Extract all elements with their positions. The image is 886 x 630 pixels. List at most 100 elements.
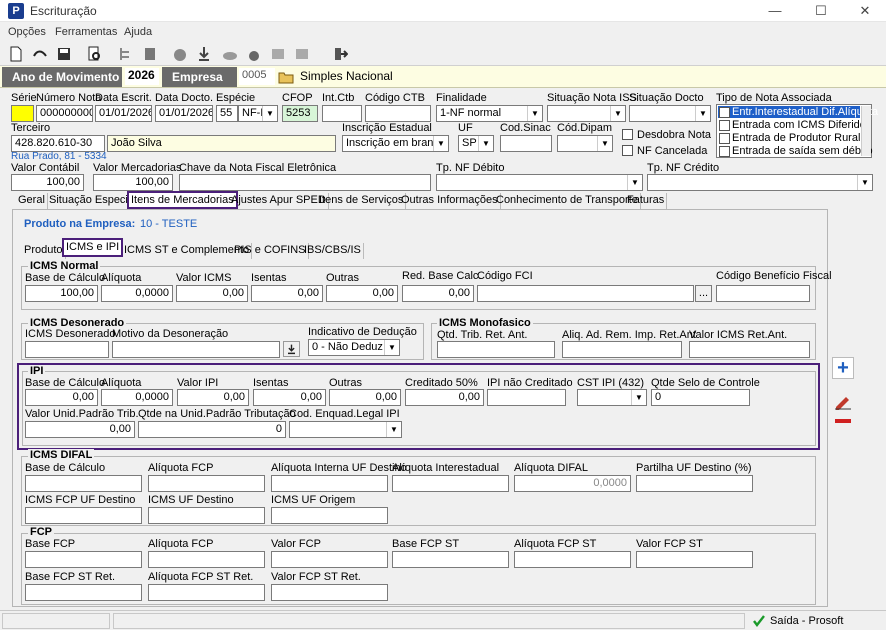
difal-aliqint-field[interactable] bbox=[271, 475, 388, 492]
ipi-outras-field[interactable]: 0,00 bbox=[329, 389, 401, 406]
tab-outras-informacoes[interactable]: Outras Informações bbox=[399, 193, 501, 209]
subtab-produto[interactable]: Produto bbox=[22, 243, 66, 259]
save-icon[interactable] bbox=[56, 46, 72, 62]
icms-red-field[interactable]: 0,00 bbox=[402, 285, 474, 302]
ipi-cred50-field[interactable]: 0,00 bbox=[405, 389, 484, 406]
tiponota-item-0[interactable]: Entr.Interestadual Dif.Alíquota bbox=[732, 106, 878, 118]
maximize-button[interactable]: ☐ bbox=[806, 2, 836, 20]
subtab-ibs-cbs-is[interactable]: IBS/CBS/IS bbox=[302, 243, 364, 259]
especie-select[interactable]: NF-E ▼ bbox=[238, 105, 278, 122]
fcp-baseret-field[interactable] bbox=[25, 584, 142, 601]
fcp-valorst-field[interactable] bbox=[636, 551, 753, 568]
ipi-selo-field[interactable]: 0 bbox=[651, 389, 750, 406]
sitiss-select[interactable]: ▼ bbox=[547, 105, 626, 122]
tiponota-item-1[interactable]: Entrada com ICMS Diferido bbox=[732, 119, 866, 131]
mono-qtd-field[interactable] bbox=[437, 341, 555, 358]
tiponota-item-2[interactable]: Entrada de Produtor Rural bbox=[732, 132, 860, 144]
tab-faturas[interactable]: Faturas bbox=[625, 193, 668, 209]
tiponota-checkbox-3[interactable] bbox=[719, 146, 730, 157]
new-document-icon[interactable] bbox=[8, 46, 24, 62]
tiponota-checkbox-0[interactable] bbox=[719, 107, 730, 118]
serie-field[interactable] bbox=[11, 105, 34, 122]
sitdocto-select[interactable]: ▼ bbox=[629, 105, 711, 122]
tab-geral[interactable]: Geral bbox=[16, 193, 48, 209]
difal-partilha-field[interactable] bbox=[636, 475, 753, 492]
menu-ajuda[interactable]: Ajuda bbox=[124, 26, 152, 38]
numero-field[interactable]: 0000000001 bbox=[36, 105, 93, 122]
ano-field[interactable]: 2026 bbox=[125, 68, 159, 85]
icms-fci-browse-button[interactable]: ... bbox=[695, 285, 712, 302]
subtab-icms-ipi[interactable]: ICMS e IPI bbox=[62, 238, 124, 257]
menu-opcoes[interactable]: Opções bbox=[8, 26, 46, 38]
tiponota-checkbox-1[interactable] bbox=[719, 120, 730, 131]
menu-ferramentas[interactable]: Ferramentas bbox=[55, 26, 117, 38]
codsinac-field[interactable] bbox=[500, 135, 552, 152]
icms-base-field[interactable]: 100,00 bbox=[25, 285, 98, 302]
empresa-code-field[interactable]: 0005 bbox=[239, 68, 275, 85]
deson-valor-field[interactable] bbox=[25, 341, 109, 358]
difal-uforig-field[interactable] bbox=[271, 507, 388, 524]
folder-open-icon[interactable] bbox=[278, 69, 294, 85]
ipi-qtde-field[interactable]: 0 bbox=[138, 421, 286, 438]
intctb-field[interactable] bbox=[322, 105, 362, 122]
print-preview-icon[interactable] bbox=[86, 46, 102, 62]
tpdebito-select[interactable]: ▼ bbox=[436, 174, 643, 191]
tab-conhecimento-transporte[interactable]: Conhecimento de Transporte bbox=[494, 193, 641, 209]
terceiro-cnpj-field[interactable]: 428.820.610-30 bbox=[11, 135, 105, 152]
deson-ind-select[interactable]: 0 - Não Deduz ▼ bbox=[308, 339, 400, 356]
fcp-aliqret-field[interactable] bbox=[148, 584, 265, 601]
fcp-valorret-field[interactable] bbox=[271, 584, 388, 601]
difal-aliqfcp-field[interactable] bbox=[148, 475, 265, 492]
fcp-valor-field[interactable] bbox=[271, 551, 388, 568]
tab-itens-mercadorias[interactable]: Itens de Mercadorias bbox=[127, 191, 238, 209]
icms-fci-field[interactable] bbox=[477, 285, 694, 302]
docto-date-field[interactable]: 01/01/2026 bbox=[155, 105, 213, 122]
ipi-base-field[interactable]: 0,00 bbox=[25, 389, 98, 406]
close-button[interactable]: ✕ bbox=[850, 2, 880, 20]
link-icon[interactable] bbox=[32, 46, 48, 62]
escrit-date-field[interactable]: 01/01/2026 bbox=[95, 105, 152, 122]
ipi-isentas-field[interactable]: 0,00 bbox=[253, 389, 326, 406]
fcp-aliqst-field[interactable] bbox=[514, 551, 631, 568]
tab-itens-servicos[interactable]: Itens de Serviços bbox=[317, 193, 407, 209]
download-icon[interactable] bbox=[283, 341, 300, 357]
icms-benef-field[interactable] bbox=[716, 285, 810, 302]
terceiro-name-field[interactable]: João Silva bbox=[107, 135, 336, 152]
icms-isentas-field[interactable]: 0,00 bbox=[251, 285, 323, 302]
difal-aliqinter-field[interactable] bbox=[392, 475, 509, 492]
tab-ajustes-sped[interactable]: Ajustes Apur SPED bbox=[229, 193, 329, 209]
vmerc-field[interactable]: 100,00 bbox=[93, 174, 173, 191]
money-bag-icon[interactable] bbox=[246, 46, 262, 62]
icms-aliq-field[interactable]: 0,0000 bbox=[101, 285, 173, 302]
fcp-basest-field[interactable] bbox=[392, 551, 509, 568]
ipi-aliq-field[interactable]: 0,0000 bbox=[101, 389, 173, 406]
tab-situacao-especial[interactable]: Situação Especial bbox=[47, 193, 140, 209]
mono-aliq-field[interactable] bbox=[562, 341, 682, 358]
icms-outras-field[interactable]: 0,00 bbox=[326, 285, 398, 302]
apple-icon[interactable] bbox=[172, 46, 188, 62]
minimize-button[interactable]: — bbox=[760, 2, 790, 20]
finalidade-select[interactable]: 1-NF normal ▼ bbox=[436, 105, 543, 122]
tiponota-scrollbar[interactable] bbox=[861, 106, 871, 156]
desdobra-checkbox[interactable] bbox=[622, 129, 633, 140]
coddipam-select[interactable]: ▼ bbox=[557, 135, 613, 152]
edit-icon[interactable] bbox=[833, 394, 853, 410]
fcp-aliq-field[interactable] bbox=[148, 551, 265, 568]
exit-icon[interactable] bbox=[332, 46, 348, 62]
fcp-base-field[interactable] bbox=[25, 551, 142, 568]
ipi-cst-select[interactable]: ▼ bbox=[577, 389, 647, 406]
box-icon[interactable] bbox=[294, 46, 310, 62]
deson-motivo-field[interactable] bbox=[112, 341, 280, 358]
icms-valor-field[interactable]: 0,00 bbox=[176, 285, 248, 302]
nfcancelada-checkbox[interactable] bbox=[622, 145, 633, 156]
chave-field[interactable] bbox=[179, 174, 431, 191]
tpcredito-select[interactable]: ▼ bbox=[647, 174, 873, 191]
ipi-vunid-field[interactable]: 0,00 bbox=[25, 421, 135, 438]
tree-icon[interactable] bbox=[118, 46, 134, 62]
import-icon[interactable] bbox=[196, 46, 212, 62]
subtab-pis-cofins[interactable]: PIS e COFINS bbox=[232, 243, 309, 259]
difal-ufdest-field[interactable] bbox=[148, 507, 265, 524]
remove-item-button[interactable] bbox=[833, 413, 853, 429]
cfop-field[interactable]: 5253 bbox=[282, 105, 318, 122]
ipi-enq-select[interactable]: ▼ bbox=[289, 421, 402, 438]
